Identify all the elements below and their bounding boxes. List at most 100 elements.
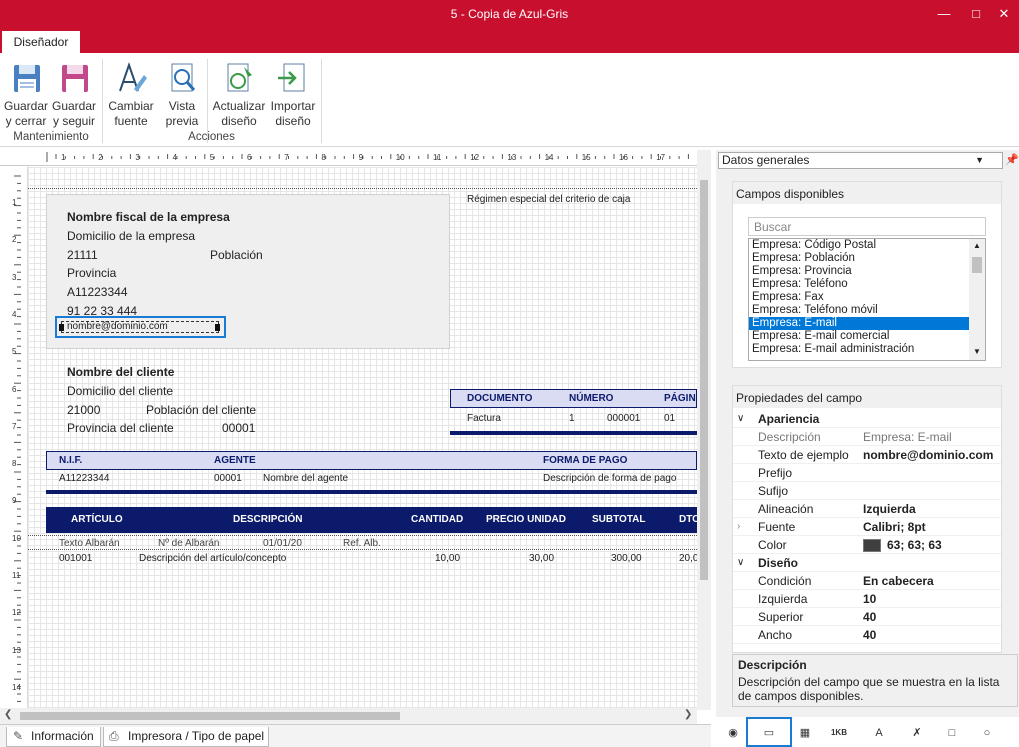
minimize-icon[interactable]: — — [930, 4, 958, 24]
doc-value-serie[interactable]: 1 — [569, 413, 575, 424]
data-source-dropdown[interactable]: Datos generales ▼ — [718, 152, 1003, 169]
property-value[interactable]: Izquierda — [863, 500, 916, 518]
property-value[interactable]: nombre@dominio.com — [863, 446, 993, 464]
tab-disenador[interactable]: Diseñador — [2, 31, 80, 53]
chevron-up-icon[interactable]: ▲ — [973, 241, 981, 250]
info-value-agente[interactable]: Nombre del agente — [263, 473, 348, 484]
chevron-down-icon[interactable]: ∨ — [737, 410, 744, 428]
text-field-icon[interactable]: ▭ — [758, 723, 780, 743]
chevron-down-icon[interactable]: ∨ — [737, 554, 744, 572]
campos-list[interactable]: Empresa: Código Postal Empresa: Población… — [748, 238, 986, 361]
property-row[interactable]: Alineación Izquierda — [733, 500, 1001, 518]
horizontal-scrollbar[interactable]: ❮ ❯ — [0, 708, 697, 724]
change-font-button[interactable]: Cambiar fuente — [107, 61, 155, 129]
campo-item[interactable]: Empresa: E-mail — [749, 317, 985, 330]
pin-icon[interactable]: 📌 — [1005, 153, 1019, 166]
property-row[interactable]: Descripción Empresa: E-mail — [733, 428, 1001, 446]
albaran-ref-field[interactable]: Ref. Alb. — [343, 538, 381, 549]
property-row[interactable]: Color 63; 63; 63 — [733, 536, 1001, 554]
campo-item[interactable]: Empresa: E-mail comercial — [749, 330, 985, 343]
list-scroll-thumb[interactable] — [972, 257, 982, 273]
import-design-button[interactable]: Importar diseño — [268, 61, 318, 129]
property-value[interactable]: 63; 63; 63 — [887, 536, 942, 554]
albaran-fecha-field[interactable]: 01/01/20 — [263, 538, 302, 549]
line-codigo-field[interactable]: 001001 — [59, 553, 92, 564]
info-value-nif[interactable]: A11223344 — [59, 473, 109, 484]
tab-informacion[interactable]: ✎ Información — [6, 727, 101, 747]
property-value[interactable]: 40 — [863, 626, 876, 644]
client-address-field[interactable]: Domicilio del cliente — [67, 384, 173, 398]
list-scrollbar[interactable]: ▲ ▼ — [969, 239, 985, 360]
group-apariencia[interactable]: ∨ Apariencia — [733, 410, 1001, 428]
campo-item[interactable]: Empresa: Teléfono — [749, 278, 985, 291]
property-row[interactable]: Texto de ejemplo nombre@dominio.com — [733, 446, 1001, 464]
campo-item[interactable]: Empresa: E-mail administración — [749, 343, 985, 356]
doc-value-numero[interactable]: 000001 — [607, 413, 640, 424]
company-nif-field[interactable]: A11223344 — [67, 285, 128, 299]
albaran-texto-field[interactable]: Texto Albarán — [59, 538, 120, 549]
line-descripcion-field[interactable]: Descripción del artículo/concepto — [139, 553, 286, 564]
albaran-num-field[interactable]: Nº de Albarán — [158, 538, 219, 549]
property-row[interactable]: Prefijo — [733, 464, 1001, 482]
tab-impresora[interactable]: ⎙ Impresora / Tipo de papel — [103, 727, 269, 747]
line-precio-field[interactable]: 30,00 — [529, 553, 554, 564]
client-province-field[interactable]: Provincia del cliente — [67, 421, 174, 435]
resize-handle-icon[interactable] — [59, 324, 64, 331]
property-value[interactable]: Empresa: E-mail — [863, 428, 952, 446]
vertical-scrollbar[interactable] — [697, 150, 711, 710]
group-diseno[interactable]: ∨ Diseño — [733, 554, 1001, 572]
client-name-field[interactable]: Nombre del cliente — [67, 365, 174, 379]
scroll-left-icon[interactable]: ❮ — [4, 709, 12, 720]
company-email-field[interactable]: nombre@dominio.com — [61, 321, 219, 333]
company-zip-field[interactable]: 21111 — [67, 248, 98, 262]
property-value[interactable]: Calibri; 8pt — [863, 518, 926, 536]
company-province-field[interactable]: Provincia — [67, 266, 116, 280]
preview-button[interactable]: Vista previa — [158, 61, 206, 129]
line-tool-icon[interactable]: ✗ — [906, 723, 928, 743]
scroll-right-icon[interactable]: ❯ — [684, 709, 692, 720]
label-icon[interactable]: A — [868, 723, 890, 743]
regimen-field[interactable]: Régimen especial del criterio de caja — [467, 194, 630, 205]
property-value[interactable]: 40 — [863, 608, 876, 626]
info-value-forma[interactable]: Descripción de forma de pago — [543, 473, 676, 484]
calendar-icon[interactable]: ▦ — [794, 723, 816, 743]
client-zip-field[interactable]: 21000 — [67, 403, 100, 417]
line-cantidad-field[interactable]: 10,00 — [435, 553, 460, 564]
doc-value-documento[interactable]: Factura — [467, 413, 501, 424]
property-row[interactable]: Ancho 40 — [733, 626, 1001, 644]
campo-item[interactable]: Empresa: Provincia — [749, 265, 985, 278]
resize-handle-icon[interactable] — [215, 324, 220, 331]
campo-item[interactable]: Empresa: Código Postal — [749, 239, 985, 252]
save-continue-button[interactable]: Guardar y seguir — [50, 61, 98, 129]
campos-search-input[interactable]: Buscar — [748, 217, 986, 236]
line-dto-field[interactable]: 20,0 — [679, 553, 697, 564]
property-row[interactable]: › Fuente Calibri; 8pt — [733, 518, 1001, 536]
property-value[interactable]: En cabecera — [863, 572, 934, 590]
property-row[interactable]: Izquierda 10 — [733, 590, 1001, 608]
rectangle-icon[interactable]: □ — [941, 723, 963, 743]
circle-icon[interactable]: ○ — [976, 723, 998, 743]
doc-value-pagina[interactable]: 01 — [664, 413, 675, 424]
info-value-agente-code[interactable]: 00001 — [214, 473, 242, 484]
campo-item[interactable]: Empresa: Población — [749, 252, 985, 265]
report-design-surface[interactable]: Nombre fiscal de la empresa Domicilio de… — [28, 167, 697, 710]
property-value[interactable]: 10 — [863, 590, 876, 608]
client-city-field[interactable]: Población del cliente — [146, 403, 256, 417]
close-icon[interactable]: ✕ — [990, 4, 1018, 24]
chevron-right-icon[interactable]: › — [737, 518, 740, 536]
chevron-down-icon[interactable]: ▼ — [973, 347, 981, 356]
campo-item[interactable]: Empresa: Fax — [749, 291, 985, 304]
company-city-field[interactable]: Población — [210, 248, 263, 262]
company-address-field[interactable]: Domicilio de la empresa — [67, 229, 195, 243]
property-row[interactable]: Condición En cabecera — [733, 572, 1001, 590]
vertical-scroll-thumb[interactable] — [700, 180, 708, 580]
save-close-button[interactable]: Guardar y cerrar — [2, 61, 50, 129]
maximize-icon[interactable]: □ — [962, 4, 990, 24]
property-row[interactable]: Superior 40 — [733, 608, 1001, 626]
refresh-design-button[interactable]: Actualizar diseño — [212, 61, 266, 129]
barcode-icon[interactable]: 1KB — [828, 723, 850, 743]
company-name-field[interactable]: Nombre fiscal de la empresa — [67, 210, 230, 224]
campo-item[interactable]: Empresa: Teléfono móvil — [749, 304, 985, 317]
property-row[interactable]: Sufijo — [733, 482, 1001, 500]
palette-icon[interactable]: ◉ — [722, 723, 744, 743]
